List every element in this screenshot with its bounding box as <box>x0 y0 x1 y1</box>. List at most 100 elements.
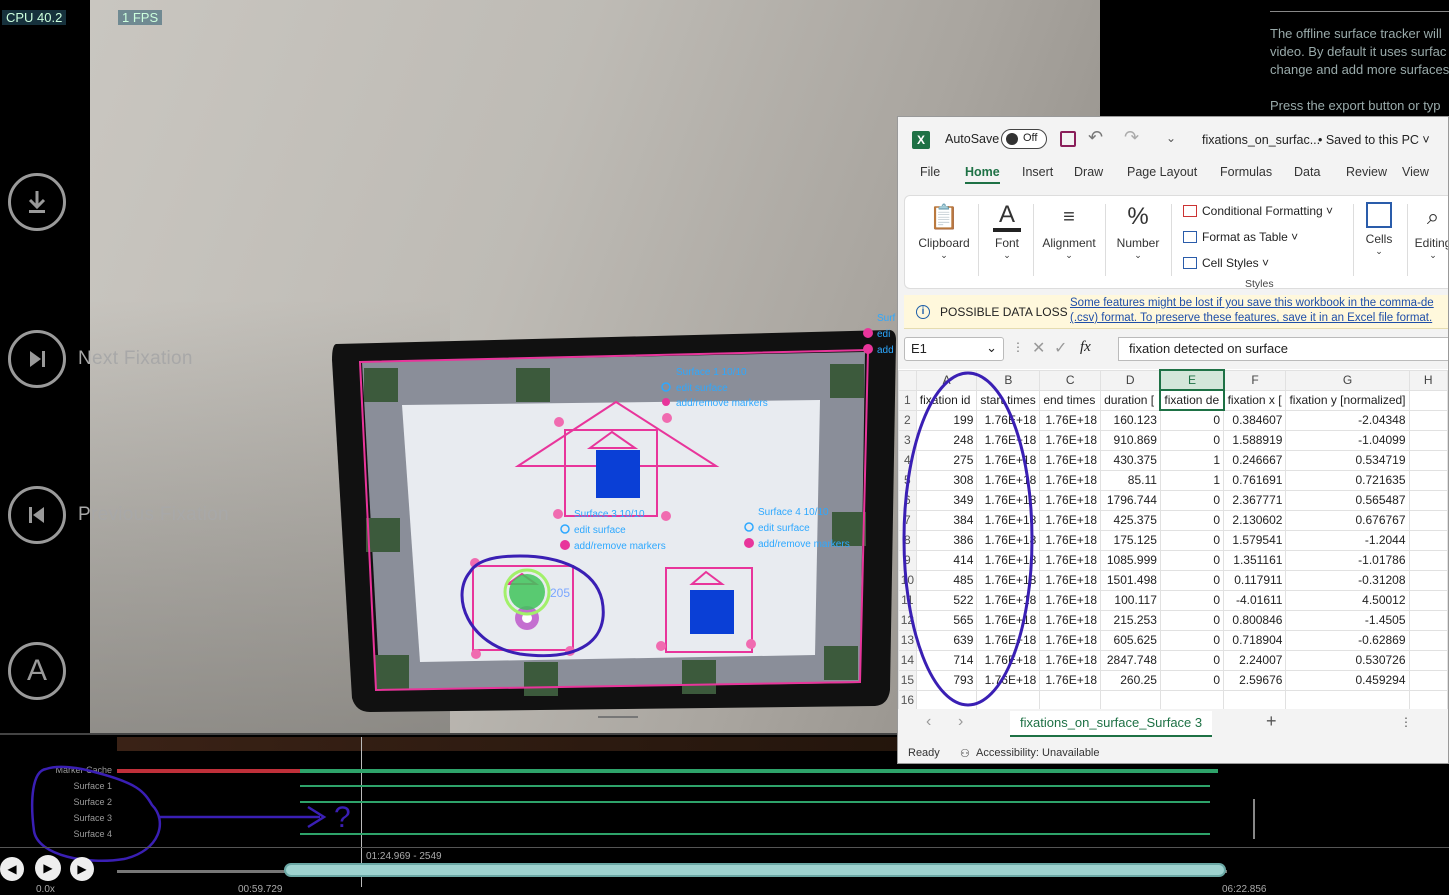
cell[interactable]: 1.76E+18 <box>1039 569 1102 591</box>
cell[interactable]: 1.588919 <box>1223 429 1287 451</box>
cell[interactable] <box>1408 549 1448 571</box>
edit-surface-link[interactable]: edi <box>877 329 890 340</box>
cell[interactable]: 0 <box>1159 509 1225 531</box>
cell[interactable]: 4.50012 <box>1285 589 1410 611</box>
tab-view[interactable]: View <box>1402 165 1429 179</box>
insert-function-icon[interactable]: fx <box>1080 339 1091 356</box>
cell[interactable]: 160.123 <box>1100 409 1161 431</box>
cell[interactable]: 0.565487 <box>1285 489 1410 511</box>
cell[interactable]: 0.530726 <box>1285 649 1410 671</box>
cell[interactable]: 1.76E+18 <box>1039 549 1102 571</box>
number-group[interactable]: % Number ⌄ <box>1111 202 1165 261</box>
header-cell[interactable]: duration [ <box>1100 389 1161 411</box>
cell[interactable]: 0.800846 <box>1223 609 1287 631</box>
add-remove-markers-toggle[interactable] <box>662 398 670 406</box>
cell[interactable] <box>1159 689 1225 711</box>
cell[interactable]: 1796.744 <box>1100 489 1161 511</box>
next-fixation-button[interactable] <box>8 330 66 388</box>
tab-insert[interactable]: Insert <box>1022 165 1053 179</box>
previous-sheet-icon[interactable]: ‹ <box>926 713 931 731</box>
cell[interactable]: 100.117 <box>1100 589 1161 611</box>
tab-page-layout[interactable]: Page Layout <box>1127 165 1197 179</box>
formula-input[interactable]: fixation detected on surface <box>1118 337 1448 361</box>
cell[interactable]: 0 <box>1159 589 1225 611</box>
column-header-f[interactable]: F <box>1223 369 1287 391</box>
format-as-table-button[interactable]: Format as Table ˅ <box>1183 230 1298 244</box>
cell[interactable]: 1.76E+18 <box>1039 629 1102 651</box>
cell[interactable]: 2.24007 <box>1223 649 1287 671</box>
cell[interactable]: 0 <box>1159 429 1225 451</box>
surface-handle[interactable] <box>471 649 481 659</box>
cell[interactable] <box>1223 689 1287 711</box>
cell[interactable]: 1 <box>1159 449 1225 471</box>
cell[interactable]: 0.534719 <box>1285 449 1410 471</box>
cell[interactable]: 0.384607 <box>1223 409 1287 431</box>
cell[interactable] <box>1408 589 1448 611</box>
add-remove-markers-toggle[interactable] <box>560 540 570 550</box>
cell[interactable] <box>1408 629 1448 651</box>
more-icon[interactable]: ⋮ <box>1400 715 1412 729</box>
cell[interactable] <box>1408 469 1448 491</box>
header-cell[interactable]: end times <box>1039 389 1102 411</box>
tab-home[interactable]: Home <box>965 165 1000 184</box>
warning-message-line2[interactable]: (.csv) format. To preserve these feature… <box>1070 312 1432 324</box>
cell[interactable]: 1.76E+18 <box>1039 649 1102 671</box>
add-remove-markers-toggle[interactable] <box>863 344 873 354</box>
cell-styles-button[interactable]: Cell Styles ˅ <box>1183 256 1269 270</box>
cell[interactable]: -4.01611 <box>1223 589 1287 611</box>
redo-icon[interactable]: ↷ <box>1124 127 1139 148</box>
cell[interactable]: 2.367771 <box>1223 489 1287 511</box>
cell[interactable] <box>1408 429 1448 451</box>
save-icon[interactable] <box>1060 131 1076 147</box>
cell[interactable]: -1.04099 <box>1285 429 1410 451</box>
add-remove-markers-toggle[interactable] <box>744 538 754 548</box>
cell[interactable]: 1085.999 <box>1100 549 1161 571</box>
cancel-icon[interactable]: ✕ <box>1032 338 1045 358</box>
cell[interactable]: 0 <box>1159 569 1225 591</box>
warning-message-line1[interactable]: Some features might be lost if you save … <box>1070 297 1434 309</box>
cell[interactable]: 1.76E+18 <box>1039 509 1102 531</box>
cell[interactable]: 1.76E+18 <box>1039 449 1102 471</box>
previous-frame-button[interactable]: ◀ <box>0 857 24 881</box>
header-cell[interactable]: fixation x [ <box>1223 389 1287 411</box>
cell[interactable]: 605.625 <box>1100 629 1161 651</box>
cell[interactable] <box>1408 569 1448 591</box>
header-cell[interactable] <box>1408 389 1448 411</box>
cell[interactable]: 0 <box>1159 649 1225 671</box>
cell[interactable]: 260.25 <box>1100 669 1161 691</box>
cell[interactable]: 430.375 <box>1100 449 1161 471</box>
conditional-formatting-button[interactable]: Conditional Formatting ˅ <box>1183 204 1333 218</box>
cell[interactable]: 2.130602 <box>1223 509 1287 531</box>
cell[interactable]: 1.76E+18 <box>1039 669 1102 691</box>
cell[interactable]: -1.01786 <box>1285 549 1410 571</box>
cell[interactable]: 0 <box>1159 669 1225 691</box>
cell[interactable]: 0.459294 <box>1285 669 1410 691</box>
surface-handle[interactable] <box>746 639 756 649</box>
tab-formulas[interactable]: Formulas <box>1220 165 1272 179</box>
add-remove-markers-link[interactable]: add <box>877 345 894 356</box>
previous-fixation-button[interactable] <box>8 486 66 544</box>
cell[interactable] <box>1039 689 1102 711</box>
cell[interactable]: 1.579541 <box>1223 529 1287 551</box>
cell[interactable]: -0.31208 <box>1285 569 1410 591</box>
cell[interactable]: 1501.498 <box>1100 569 1161 591</box>
add-remove-markers-link[interactable]: add/remove markers <box>758 539 850 550</box>
cell[interactable]: 1.76E+18 <box>1039 429 1102 451</box>
enter-icon[interactable]: ✓ <box>1054 338 1067 358</box>
cell[interactable]: 910.869 <box>1100 429 1161 451</box>
tab-data[interactable]: Data <box>1294 165 1320 179</box>
cell[interactable]: 425.375 <box>1100 509 1161 531</box>
edit-surface-link[interactable]: edit surface <box>676 383 728 394</box>
cell[interactable]: -1.2044 <box>1285 529 1410 551</box>
play-button[interactable]: ▶ <box>35 855 61 881</box>
customize-toolbar-icon[interactable]: ⌄ <box>1166 131 1176 145</box>
trim-range[interactable] <box>284 863 1226 877</box>
cell[interactable] <box>1285 689 1410 711</box>
edit-surface-toggle[interactable] <box>863 328 873 338</box>
add-sheet-icon[interactable]: + <box>1266 711 1277 732</box>
surface-handle[interactable] <box>553 509 563 519</box>
alignment-group[interactable]: ≡ Alignment ⌄ <box>1039 202 1099 261</box>
cell[interactable]: 0.761691 <box>1223 469 1287 491</box>
cell[interactable]: 0 <box>1159 629 1225 651</box>
tab-draw[interactable]: Draw <box>1074 165 1103 179</box>
